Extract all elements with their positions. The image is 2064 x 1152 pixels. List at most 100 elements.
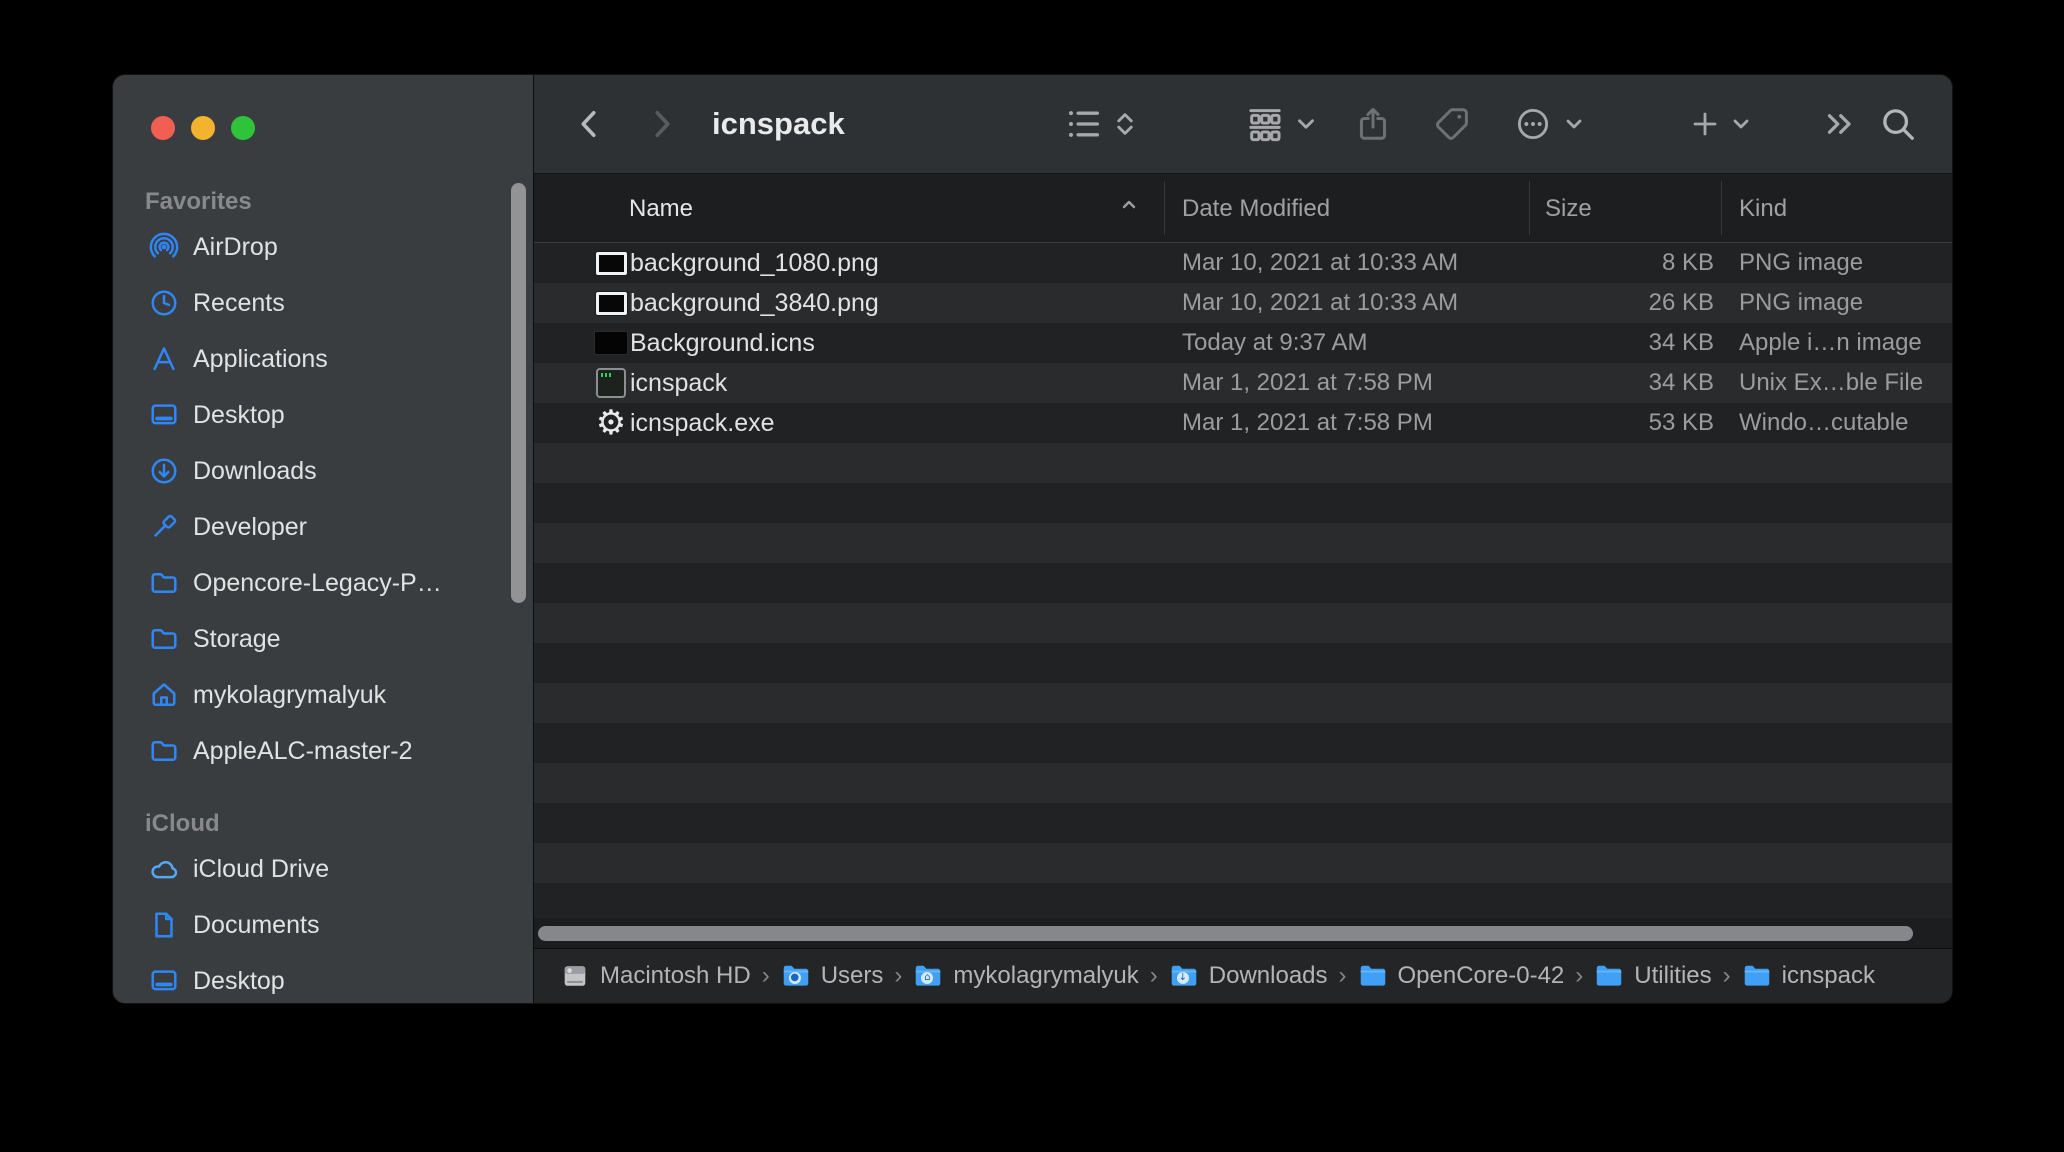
close-button[interactable] [151, 116, 175, 140]
back-button[interactable] [572, 106, 608, 142]
sidebar-item-label: Desktop [113, 401, 285, 430]
sidebar-section: iCloudiCloud DriveDocumentsDesktop [113, 807, 533, 1003]
table-row[interactable]: ⚙icnspack.exeMar 1, 2021 at 7:58 PM53 KB… [534, 403, 1952, 443]
search-icon[interactable] [1879, 105, 1917, 143]
file-date-modified: Mar 1, 2021 at 7:58 PM [1182, 363, 1433, 403]
sidebar-item-mykolagrymalyuk[interactable]: mykolagrymalyuk [113, 667, 533, 723]
add-chevron-icon[interactable] [1729, 112, 1753, 136]
breadcrumb-item[interactable]: icnspack [1742, 962, 1875, 990]
breadcrumb-label: Utilities [1634, 962, 1711, 990]
folder-icon-small [1742, 963, 1772, 989]
traffic-lights [151, 116, 255, 140]
sidebar-item-developer[interactable]: Developer [113, 499, 533, 555]
breadcrumb-label: Macintosh HD [600, 962, 751, 990]
folder-badge: ↓ [1177, 972, 1189, 984]
folder-downloads-icon: ↓ [1169, 963, 1199, 989]
sidebar-item-label: iCloud Drive [113, 855, 329, 884]
sidebar-item-label: AirDrop [113, 233, 278, 262]
folder-icon-small [1594, 963, 1624, 989]
column-divider[interactable] [1164, 181, 1165, 235]
share-icon[interactable] [1354, 104, 1392, 144]
table-row[interactable]: background_3840.png Mar 10, 2021 at 10:33… [534, 283, 1952, 323]
column-header-name[interactable]: Name [629, 174, 693, 243]
breadcrumb-separator: › [762, 962, 770, 990]
sidebar-item-airdrop[interactable]: AirDrop [113, 219, 533, 275]
file-date-modified: Mar 10, 2021 at 10:33 AM [1182, 283, 1458, 323]
sidebar-item-downloads[interactable]: Downloads [113, 443, 533, 499]
more-chevron-icon[interactable] [1562, 112, 1586, 136]
file-kind: PNG image [1739, 283, 1863, 323]
minimize-button[interactable] [191, 116, 215, 140]
file-size: 34 KB [1514, 323, 1714, 363]
more-options-icon[interactable] [1514, 105, 1552, 143]
file-name: icnspack.exe [630, 403, 775, 443]
sidebar-item-recents[interactable]: Recents [113, 275, 533, 331]
group-by-chevron-icon[interactable] [1293, 111, 1319, 137]
folder-home-icon: ⌂ [913, 963, 943, 989]
sidebar-item-storage[interactable]: Storage [113, 611, 533, 667]
desktop-icon [148, 965, 180, 997]
unix-executable-icon [592, 365, 630, 401]
breadcrumb-item[interactable]: ● Users [781, 962, 884, 990]
airdrop-icon [148, 231, 180, 263]
column-header-size[interactable]: Size [1545, 174, 1592, 243]
sidebar-item-desktop[interactable]: Desktop [113, 953, 533, 1003]
folder-icon [148, 567, 180, 599]
sort-ascending-icon[interactable] [1117, 193, 1141, 224]
file-kind: PNG image [1739, 243, 1863, 283]
overflow-chevrons-icon[interactable] [1822, 106, 1858, 142]
file-name: background_1080.png [630, 243, 879, 283]
file-size: 26 KB [1514, 283, 1714, 323]
table-row[interactable]: background_1080.png Mar 10, 2021 at 10:33… [534, 243, 1952, 283]
sidebar-scrollbar[interactable] [511, 183, 526, 603]
hammer-icon [148, 511, 180, 543]
file-size: 8 KB [1514, 243, 1714, 283]
folder-users-icon: ● [781, 963, 811, 989]
column-divider[interactable] [1529, 181, 1530, 235]
view-stepper-icon[interactable] [1110, 107, 1140, 141]
sidebar-item-opencore-legacy-p-[interactable]: Opencore-Legacy-P… [113, 555, 533, 611]
table-row[interactable]: Background.icnsToday at 9:37 AM34 KBAppl… [534, 323, 1952, 363]
folder-icon [148, 735, 180, 767]
breadcrumb-label: Users [821, 962, 884, 990]
horizontal-scrollbar-thumb[interactable] [538, 926, 1913, 941]
column-header-date[interactable]: Date Modified [1182, 174, 1330, 243]
sidebar-item-icloud-drive[interactable]: iCloud Drive [113, 841, 533, 897]
breadcrumb-separator: › [1150, 962, 1158, 990]
table-row[interactable]: icnspackMar 1, 2021 at 7:58 PM34 KBUnix … [534, 363, 1952, 403]
breadcrumb-item[interactable]: ↓ Downloads [1169, 962, 1328, 990]
breadcrumb-item[interactable]: OpenCore-0-42 [1358, 962, 1565, 990]
breadcrumb-separator: › [1575, 962, 1583, 990]
main-area: icnspack [534, 75, 1952, 1003]
file-size: 34 KB [1514, 363, 1714, 403]
sidebar-item-documents[interactable]: Documents [113, 897, 533, 953]
sidebar-item-applealc-master-2[interactable]: AppleALC-master-2 [113, 723, 533, 779]
file-date-modified: Mar 10, 2021 at 10:33 AM [1182, 243, 1458, 283]
file-size: 53 KB [1514, 403, 1714, 443]
breadcrumb-item[interactable]: Utilities [1594, 962, 1711, 990]
sidebar-item-desktop[interactable]: Desktop [113, 387, 533, 443]
tag-icon[interactable] [1433, 105, 1471, 143]
file-name: background_3840.png [630, 283, 879, 323]
column-divider[interactable] [1721, 181, 1722, 235]
zoom-button[interactable] [231, 116, 255, 140]
sidebar-item-applications[interactable]: Applications [113, 331, 533, 387]
sidebar-section: Favorites AirDrop RecentsApplications Deskt… [113, 185, 533, 779]
column-header-kind[interactable]: Kind [1739, 174, 1787, 243]
applications-icon [148, 343, 180, 375]
breadcrumb-label: Downloads [1209, 962, 1328, 990]
sidebar-sections: Favorites AirDrop RecentsApplications Deskt… [113, 185, 533, 1003]
sidebar-item-label: Storage [113, 625, 281, 654]
group-by-icon[interactable] [1245, 104, 1285, 144]
add-icon[interactable] [1689, 108, 1721, 140]
sidebar-section-label: Favorites [113, 185, 533, 219]
file-kind: Apple i…n image [1739, 323, 1922, 363]
breadcrumb-item[interactable]: Macintosh HD [560, 962, 751, 990]
breadcrumb-item[interactable]: ⌂mykolagrymalyuk [913, 962, 1138, 990]
file-list: background_1080.png Mar 10, 2021 at 10:33… [534, 243, 1952, 918]
forward-button[interactable] [643, 106, 679, 142]
folder-icon-small [1358, 963, 1388, 989]
desktop-icon [148, 399, 180, 431]
list-view-icon[interactable] [1064, 104, 1104, 144]
toolbar: icnspack [534, 75, 1952, 174]
